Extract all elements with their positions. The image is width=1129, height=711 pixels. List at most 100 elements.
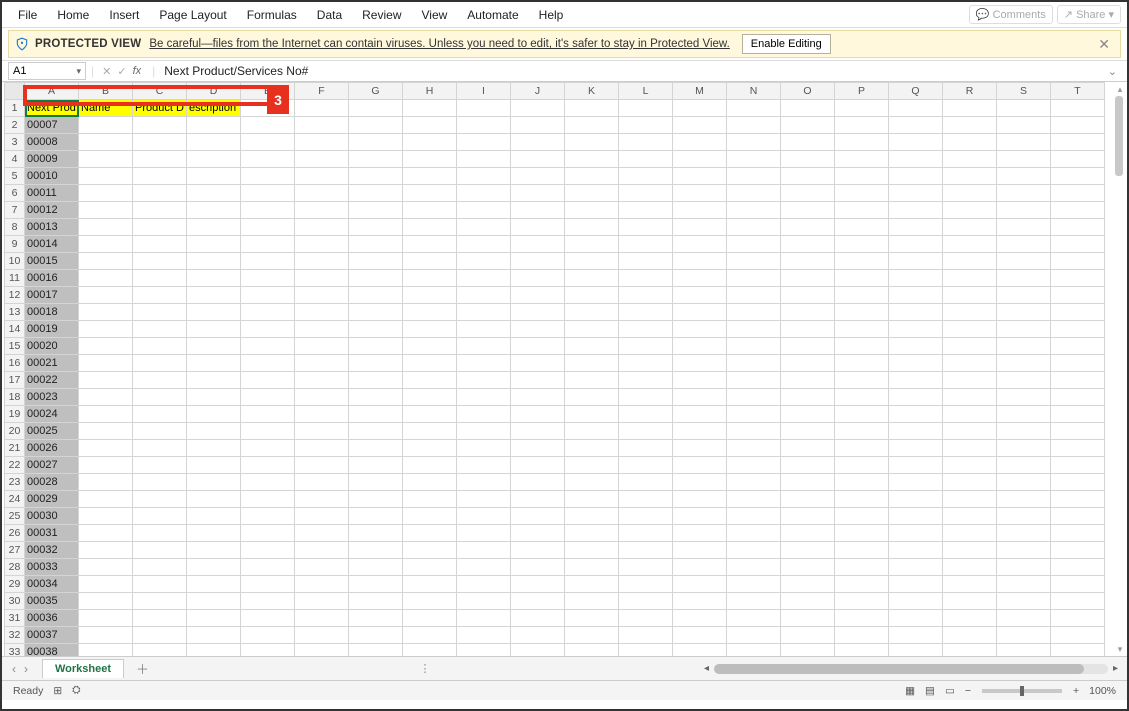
cell-J31[interactable] — [511, 610, 565, 627]
cell-E25[interactable] — [241, 508, 295, 525]
cell-A28[interactable]: 00033 — [25, 559, 79, 576]
cell-G8[interactable] — [349, 219, 403, 236]
cell-O5[interactable] — [781, 168, 835, 185]
cell-I17[interactable] — [457, 372, 511, 389]
row-header-28[interactable]: 28 — [5, 559, 25, 576]
cell-L8[interactable] — [619, 219, 673, 236]
cell-E12[interactable] — [241, 287, 295, 304]
cell-A6[interactable]: 00011 — [25, 185, 79, 202]
cell-K5[interactable] — [565, 168, 619, 185]
cell-G33[interactable] — [349, 644, 403, 657]
scroll-right-icon[interactable]: ▸ — [1110, 663, 1121, 674]
cell-L10[interactable] — [619, 253, 673, 270]
cell-E4[interactable] — [241, 151, 295, 168]
cell-J26[interactable] — [511, 525, 565, 542]
cell-S3[interactable] — [997, 134, 1051, 151]
cell-O16[interactable] — [781, 355, 835, 372]
cell-A16[interactable]: 00021 — [25, 355, 79, 372]
cell-A32[interactable]: 00037 — [25, 627, 79, 644]
cell-E1[interactable] — [241, 100, 295, 117]
cell-F20[interactable] — [295, 423, 349, 440]
cell-M8[interactable] — [673, 219, 727, 236]
cell-L21[interactable] — [619, 440, 673, 457]
cell-A26[interactable]: 00031 — [25, 525, 79, 542]
row-header-7[interactable]: 7 — [5, 202, 25, 219]
cell-P26[interactable] — [835, 525, 889, 542]
cell-O8[interactable] — [781, 219, 835, 236]
cell-C20[interactable] — [133, 423, 187, 440]
cell-G23[interactable] — [349, 474, 403, 491]
cell-S21[interactable] — [997, 440, 1051, 457]
cell-Q16[interactable] — [889, 355, 943, 372]
cell-E11[interactable] — [241, 270, 295, 287]
cell-T5[interactable] — [1051, 168, 1105, 185]
col-header-K[interactable]: K — [565, 83, 619, 100]
cell-T2[interactable] — [1051, 117, 1105, 134]
cell-E13[interactable] — [241, 304, 295, 321]
tab-worksheet[interactable]: Worksheet — [42, 659, 124, 678]
cell-J24[interactable] — [511, 491, 565, 508]
cell-E14[interactable] — [241, 321, 295, 338]
cell-G14[interactable] — [349, 321, 403, 338]
cell-K8[interactable] — [565, 219, 619, 236]
cell-G24[interactable] — [349, 491, 403, 508]
cell-P29[interactable] — [835, 576, 889, 593]
cell-L2[interactable] — [619, 117, 673, 134]
cell-N22[interactable] — [727, 457, 781, 474]
cell-K10[interactable] — [565, 253, 619, 270]
cell-B32[interactable] — [79, 627, 133, 644]
cell-B12[interactable] — [79, 287, 133, 304]
cell-T26[interactable] — [1051, 525, 1105, 542]
cell-K17[interactable] — [565, 372, 619, 389]
cell-J14[interactable] — [511, 321, 565, 338]
cell-N33[interactable] — [727, 644, 781, 657]
cell-M20[interactable] — [673, 423, 727, 440]
cell-A13[interactable]: 00018 — [25, 304, 79, 321]
cell-J16[interactable] — [511, 355, 565, 372]
cell-I31[interactable] — [457, 610, 511, 627]
cell-R3[interactable] — [943, 134, 997, 151]
cell-M11[interactable] — [673, 270, 727, 287]
cell-Q24[interactable] — [889, 491, 943, 508]
cell-E30[interactable] — [241, 593, 295, 610]
row-header-10[interactable]: 10 — [5, 253, 25, 270]
cell-O12[interactable] — [781, 287, 835, 304]
cell-C8[interactable] — [133, 219, 187, 236]
cell-L28[interactable] — [619, 559, 673, 576]
cell-O7[interactable] — [781, 202, 835, 219]
cell-T22[interactable] — [1051, 457, 1105, 474]
cell-G27[interactable] — [349, 542, 403, 559]
cell-J30[interactable] — [511, 593, 565, 610]
cell-S12[interactable] — [997, 287, 1051, 304]
cell-K3[interactable] — [565, 134, 619, 151]
cell-A29[interactable]: 00034 — [25, 576, 79, 593]
cell-A7[interactable]: 00012 — [25, 202, 79, 219]
cell-K19[interactable] — [565, 406, 619, 423]
cell-J13[interactable] — [511, 304, 565, 321]
cell-S13[interactable] — [997, 304, 1051, 321]
cell-H20[interactable] — [403, 423, 457, 440]
cell-H23[interactable] — [403, 474, 457, 491]
cell-T33[interactable] — [1051, 644, 1105, 657]
cell-D31[interactable] — [187, 610, 241, 627]
cell-L27[interactable] — [619, 542, 673, 559]
row-header-11[interactable]: 11 — [5, 270, 25, 287]
cell-J27[interactable] — [511, 542, 565, 559]
cell-L12[interactable] — [619, 287, 673, 304]
cell-H25[interactable] — [403, 508, 457, 525]
cell-C22[interactable] — [133, 457, 187, 474]
cell-M6[interactable] — [673, 185, 727, 202]
cell-I20[interactable] — [457, 423, 511, 440]
cell-K6[interactable] — [565, 185, 619, 202]
vertical-scrollbar[interactable] — [1115, 96, 1123, 176]
cell-T13[interactable] — [1051, 304, 1105, 321]
cell-T17[interactable] — [1051, 372, 1105, 389]
cell-J20[interactable] — [511, 423, 565, 440]
cell-D30[interactable] — [187, 593, 241, 610]
cell-R31[interactable] — [943, 610, 997, 627]
cell-C9[interactable] — [133, 236, 187, 253]
cell-C30[interactable] — [133, 593, 187, 610]
cell-O31[interactable] — [781, 610, 835, 627]
page-break-view-icon[interactable]: ▭ — [940, 685, 960, 697]
cell-Q23[interactable] — [889, 474, 943, 491]
